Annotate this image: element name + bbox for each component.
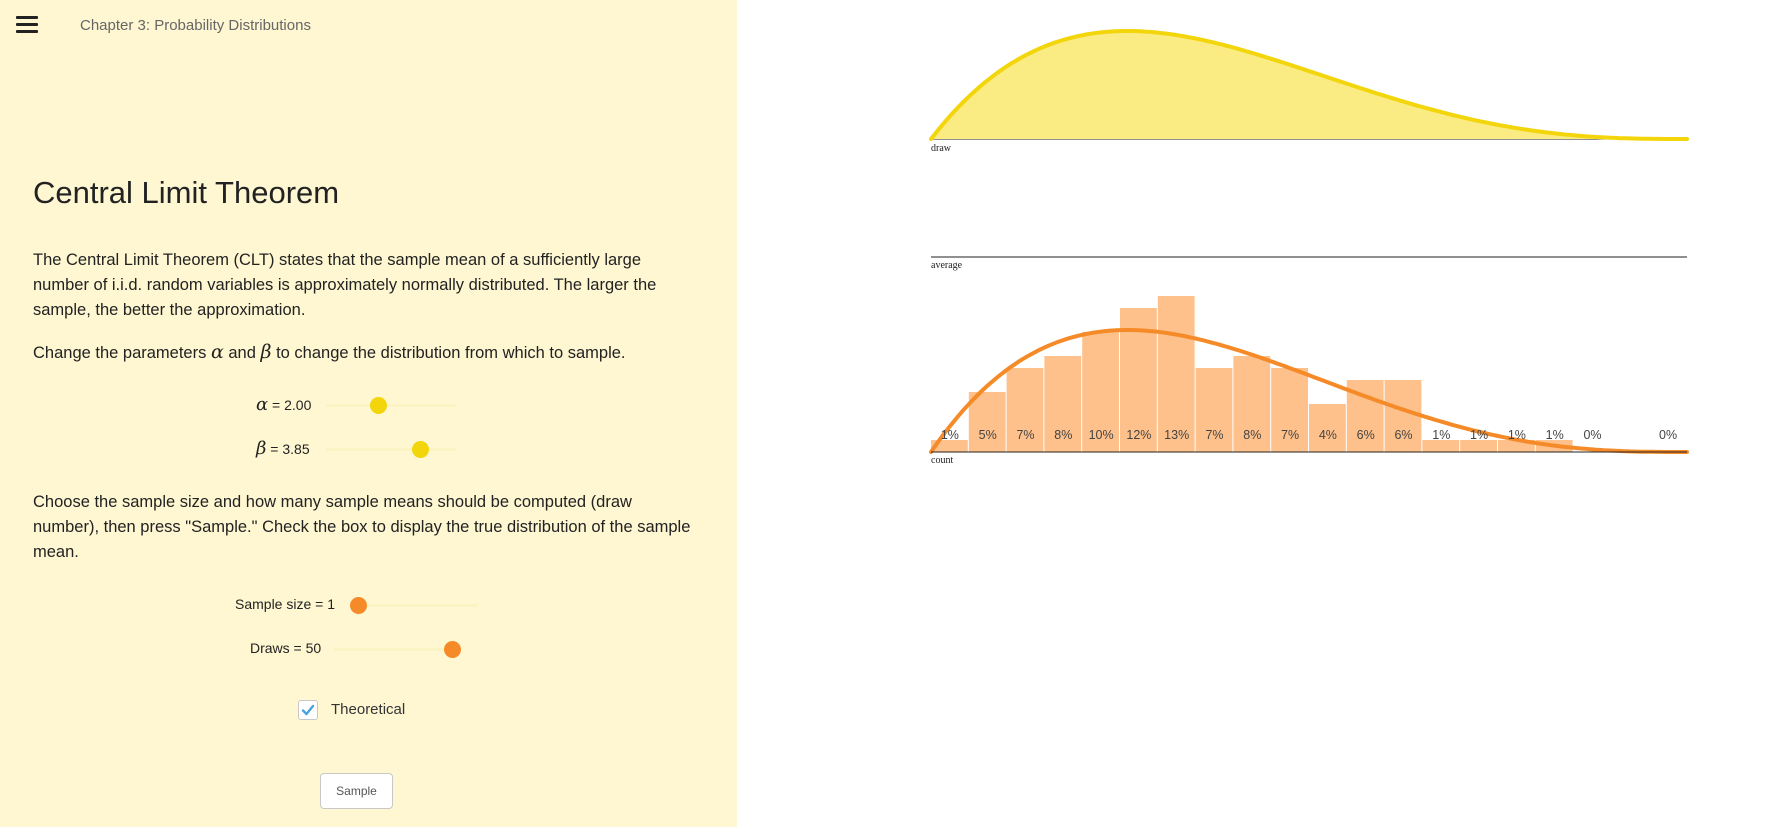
sample-button[interactable]: Sample — [320, 773, 393, 809]
beta-symbol: β — [260, 341, 272, 363]
bar-percent-label: 1% — [1470, 428, 1488, 442]
params-paragraph: Change the parameters α and β to change … — [33, 340, 693, 366]
right-panel: draw average 1% 5% 7% 8% 10% 12% 13% 7% 8% 7% 4% 6%… — [737, 0, 1788, 827]
draw-chart: draw — [929, 29, 1689, 154]
draw-axis-label: draw — [931, 143, 952, 154]
draws-slider-row: Draws = 50 — [250, 636, 470, 662]
bar-percent-label: 10% — [1089, 428, 1114, 442]
draws-slider-thumb[interactable] — [444, 641, 461, 658]
menu-icon[interactable] — [16, 13, 38, 35]
beta-slider-label: β = 3.85 — [256, 438, 310, 459]
beta-slider-thumb[interactable] — [411, 441, 429, 458]
menu-icon-bar — [16, 23, 38, 26]
bar-percent-label: 0% — [1583, 428, 1601, 442]
bar-percent-label: 7% — [1281, 428, 1299, 442]
alpha-slider-track[interactable] — [326, 404, 456, 407]
bar-percent-label: 6% — [1357, 428, 1375, 442]
beta-slider-row: β = 3.85 — [256, 436, 466, 462]
alpha-slider-label: α = 2.00 — [256, 394, 311, 415]
params-text-after: to change the distribution from which to… — [271, 344, 626, 362]
bar-percent-label: 13% — [1164, 428, 1189, 442]
draws-slider-track[interactable] — [334, 648, 454, 651]
bar-percent-label: 8% — [1054, 428, 1072, 442]
bar-percent-label: 7% — [1016, 428, 1034, 442]
beta-slider-track[interactable] — [326, 448, 456, 451]
menu-icon-bar — [16, 16, 38, 19]
menu-icon-bar — [16, 30, 38, 33]
count-axis-label: count — [931, 455, 953, 466]
params-text-and: and — [223, 344, 261, 362]
bar-percent-label: 1% — [1432, 428, 1450, 442]
theoretical-checkbox[interactable] — [298, 700, 318, 720]
bar-percent-label: 0% — [1659, 428, 1677, 442]
alpha-slider-thumb[interactable] — [370, 397, 387, 414]
bar-percent-label: 8% — [1243, 428, 1261, 442]
sample-size-label: Sample size = 1 — [235, 596, 335, 612]
beta-label-symbol: β — [256, 438, 267, 459]
average-chart: average — [931, 256, 1687, 271]
alpha-label-value: = 2.00 — [268, 397, 312, 413]
alpha-label-symbol: α — [256, 394, 269, 415]
check-icon — [301, 704, 315, 716]
alpha-slider-row: α = 2.00 — [256, 392, 466, 418]
page-title: Central Limit Theorem — [33, 175, 340, 210]
bar-percent-label: 1% — [1546, 428, 1564, 442]
sample-size-slider-track[interactable] — [358, 604, 478, 607]
bar-percent-label: 4% — [1319, 428, 1337, 442]
bar-percent-label: 1% — [941, 428, 959, 442]
intro-paragraph: The Central Limit Theorem (CLT) states t… — [33, 251, 657, 319]
bar-percent-label: 1% — [1508, 428, 1526, 442]
sample-size-slider-thumb[interactable] — [350, 597, 367, 614]
beta-label-value: = 3.85 — [266, 441, 310, 457]
bar-percent-label: 5% — [979, 428, 997, 442]
sample-size-slider-row: Sample size = 1 — [235, 592, 485, 618]
left-panel: Chapter 3: Probability Distributions Cen… — [0, 0, 737, 827]
draws-label: Draws = 50 — [250, 640, 322, 656]
bar-percent-label: 6% — [1394, 428, 1412, 442]
bar-percent-label: 7% — [1205, 428, 1223, 442]
instructions-paragraph: Choose the sample size and how many samp… — [33, 493, 691, 561]
average-axis-label: average — [931, 260, 963, 271]
charts-svg: draw average 1% 5% 7% 8% 10% 12% 13% 7% 8% 7% 4% 6%… — [929, 29, 1689, 466]
params-text-before: Change the parameters — [33, 344, 211, 362]
theoretical-label: Theoretical — [331, 701, 406, 718]
chapter-title: Chapter 3: Probability Distributions — [80, 17, 311, 34]
count-chart: 1% 5% 7% 8% 10% 12% 13% 7% 8% 7% 4% 6% 6% 1% 1% 1% 1% 0% 0… — [929, 296, 1689, 466]
bar-percent-label: 12% — [1126, 428, 1151, 442]
alpha-symbol: α — [210, 341, 224, 363]
